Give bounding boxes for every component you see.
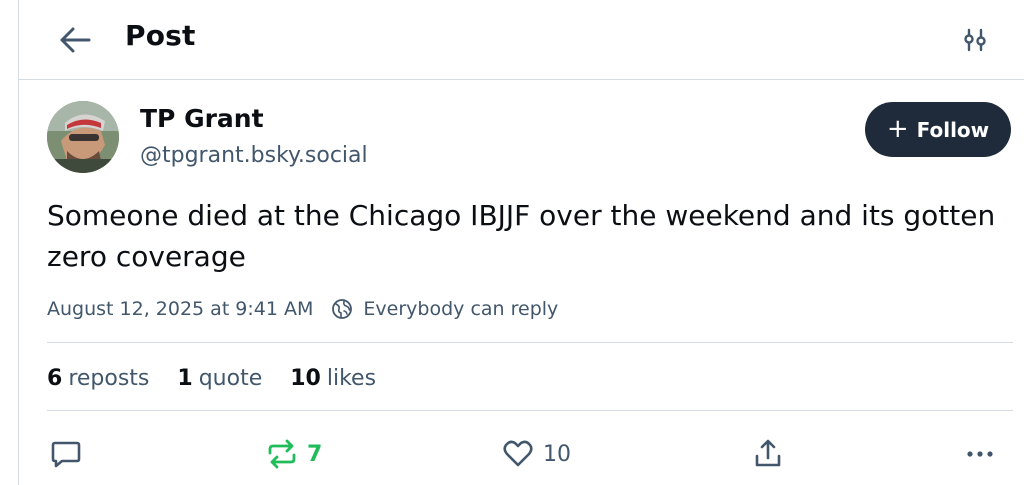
avatar-photo (47, 101, 119, 173)
reposts-count: 6 (47, 365, 63, 391)
heart-icon (503, 440, 533, 467)
quotes-stat[interactable]: 1 quote (177, 366, 262, 391)
share-icon (755, 439, 781, 467)
page-title: Post (125, 19, 196, 52)
like-button[interactable]: 10 (501, 434, 571, 474)
sliders-icon (964, 28, 986, 52)
follow-label: Follow (916, 117, 990, 142)
likes-stat[interactable]: 10 likes (290, 366, 376, 391)
post-meta: August 12, 2025 at 9:41 AM Everybody can… (47, 296, 558, 322)
arrow-left-icon (60, 27, 91, 53)
likes-count: 10 (290, 365, 321, 391)
more-dots-icon (967, 451, 993, 457)
repost-icon (268, 439, 296, 469)
post-thread-view: Post TP Grant @tpgrant.bsky.social + Fol… (18, 0, 1024, 485)
comment-icon (51, 441, 81, 468)
header-bar: Post (19, 0, 1024, 80)
engagement-stats: 6 reposts 1 quote 10 likes (47, 364, 404, 392)
author-name[interactable]: TP Grant (140, 104, 264, 133)
repost-count: 7 (307, 441, 323, 467)
divider (47, 410, 1013, 411)
back-button[interactable] (55, 20, 95, 60)
author-handle[interactable]: @tpgrant.bsky.social (140, 143, 368, 168)
share-button[interactable] (751, 434, 785, 474)
reply-button[interactable] (49, 434, 83, 474)
post-timestamp[interactable]: August 12, 2025 at 9:41 AM (47, 298, 313, 320)
reposts-label: reposts (68, 365, 150, 391)
like-count: 10 (543, 441, 571, 467)
follow-button[interactable]: + Follow (865, 102, 1011, 157)
quotes-count: 1 (177, 365, 193, 391)
more-options-button[interactable] (963, 434, 997, 474)
thread-settings-button[interactable] (955, 20, 995, 60)
likes-label: likes (326, 365, 377, 391)
plus-icon: + (886, 113, 909, 144)
reposts-stat[interactable]: 6 reposts (47, 366, 149, 391)
avatar[interactable] (47, 101, 119, 173)
globe-icon (331, 297, 355, 321)
reply-setting[interactable]: Everybody can reply (363, 298, 558, 320)
post-text: Someone died at the Chicago IBJJF over t… (47, 199, 996, 273)
repost-button[interactable]: 7 (265, 434, 322, 474)
divider (47, 342, 1013, 343)
quotes-label: quote (198, 365, 263, 391)
